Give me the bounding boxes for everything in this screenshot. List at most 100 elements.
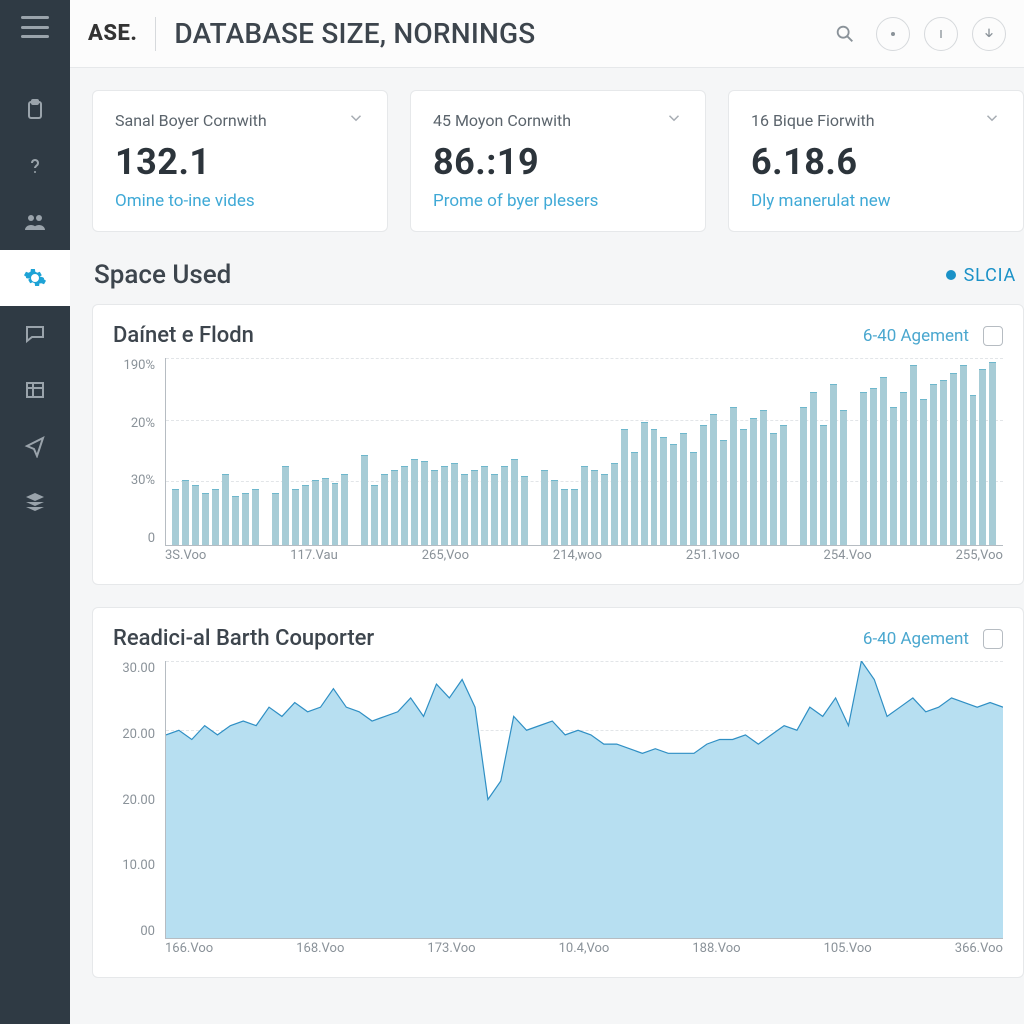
bar	[970, 395, 977, 545]
bar	[720, 440, 727, 545]
bar	[870, 388, 877, 545]
chart-toggle-checkbox[interactable]	[983, 629, 1003, 649]
help-icon	[23, 154, 47, 178]
bar	[940, 380, 947, 545]
header-action-dot[interactable]	[876, 17, 910, 51]
bar	[561, 489, 568, 545]
bar	[641, 422, 648, 545]
chart-title: Readici-al Barth Couporter	[113, 626, 374, 651]
bar	[979, 369, 986, 545]
search-icon	[834, 23, 856, 45]
send-icon	[23, 434, 47, 458]
kpi-expand[interactable]	[983, 109, 1001, 131]
bar	[521, 476, 528, 545]
header-action-download[interactable]	[972, 17, 1006, 51]
kpi-label: 45 Moyon Cornwith	[433, 111, 571, 130]
bar	[212, 489, 219, 545]
kpi-expand[interactable]	[665, 109, 683, 131]
content: Sanal Boyer Cornwith 132.1 Omine to-ine …	[70, 68, 1024, 1024]
bar	[461, 474, 468, 545]
x-tick: 168.Voo	[296, 941, 344, 961]
bar	[172, 489, 179, 545]
x-tick: 366.Voo	[955, 941, 1003, 961]
y-tick: 20%	[113, 416, 161, 431]
bar	[820, 425, 827, 545]
sidebar-item-send[interactable]	[0, 418, 70, 474]
y-tick: 10.00	[113, 858, 161, 873]
bar	[391, 470, 398, 545]
bar	[341, 474, 348, 545]
kpi-card-2: 16 Bique Fiorwith 6.18.6 Dly manerulat n…	[728, 90, 1024, 232]
sidebar-item-help[interactable]	[0, 138, 70, 194]
bar	[581, 466, 588, 545]
sidebar-item-users[interactable]	[0, 194, 70, 250]
x-tick: 255,Voo	[956, 548, 1003, 568]
y-tick: 20.00	[113, 727, 161, 742]
kpi-value: 132.1	[115, 141, 365, 183]
bar	[451, 463, 458, 545]
kpi-sub: Dly manerulat new	[751, 191, 1001, 211]
section-title: Space Used	[94, 260, 231, 290]
header-action-info[interactable]	[924, 17, 958, 51]
clipboard-icon	[23, 98, 47, 122]
legend-dot-icon	[946, 270, 956, 280]
x-tick: 265,Voo	[422, 548, 469, 568]
dot-icon	[889, 30, 897, 38]
sidebar-item-chat[interactable]	[0, 306, 70, 362]
sidebar-item-settings[interactable]	[0, 250, 70, 306]
bar	[621, 429, 628, 545]
x-tick: 173.Voo	[427, 941, 475, 961]
bar	[750, 418, 757, 545]
bar	[960, 365, 967, 545]
bar	[989, 362, 996, 545]
bar	[611, 463, 618, 545]
bar	[950, 373, 957, 545]
bar	[601, 474, 608, 545]
app-logo: ASE.	[88, 21, 137, 46]
bar	[541, 470, 548, 545]
bar	[900, 392, 907, 545]
bar	[780, 425, 787, 545]
bar	[411, 459, 418, 545]
x-tick: 10.4,Voo	[559, 941, 610, 961]
bar	[272, 493, 279, 545]
bar	[312, 480, 319, 545]
y-tick: 30%	[113, 473, 161, 488]
chart-panel-area: Readici-al Barth Couporter 6-40 Agement …	[92, 607, 1024, 978]
info-icon	[933, 26, 949, 42]
chart-range-label[interactable]: 6-40 Agement	[863, 326, 969, 346]
x-tick: 254.Voo	[824, 548, 872, 568]
search-button[interactable]	[828, 17, 862, 51]
bar	[252, 489, 259, 545]
x-tick: 188.Voo	[692, 941, 740, 961]
bar	[810, 392, 817, 545]
bar	[830, 384, 837, 545]
chevron-down-icon	[347, 109, 365, 127]
area-fill	[166, 661, 1003, 938]
section-legend[interactable]: SLCIA	[946, 265, 1016, 286]
bar	[222, 474, 229, 545]
chart-range-label[interactable]: 6-40 Agement	[863, 629, 969, 649]
header: ASE. DATABASE SIZE, NORNINGS	[70, 0, 1024, 68]
settings-icon	[23, 266, 47, 290]
menu-toggle[interactable]	[17, 12, 53, 42]
bar	[441, 466, 448, 545]
sidebar-item-stack[interactable]	[0, 474, 70, 530]
kpi-expand[interactable]	[347, 109, 365, 131]
chart-toggle-checkbox[interactable]	[983, 326, 1003, 346]
bar	[651, 429, 658, 545]
legend-label: SLCIA	[964, 265, 1016, 286]
sidebar-item-clipboard[interactable]	[0, 82, 70, 138]
x-tick: 105.Voo	[824, 941, 872, 961]
x-tick: 166.Voo	[165, 941, 213, 961]
sidebar-item-table[interactable]	[0, 362, 70, 418]
bar	[680, 433, 687, 545]
chat-icon	[23, 322, 47, 346]
bar	[730, 407, 737, 545]
kpi-value: 86.:19	[433, 141, 683, 183]
x-tick: 214,woo	[553, 548, 602, 568]
page-title: DATABASE SIZE, NORNINGS	[174, 17, 535, 50]
bar	[591, 470, 598, 545]
bar	[322, 478, 329, 545]
chevron-down-icon	[983, 109, 1001, 127]
